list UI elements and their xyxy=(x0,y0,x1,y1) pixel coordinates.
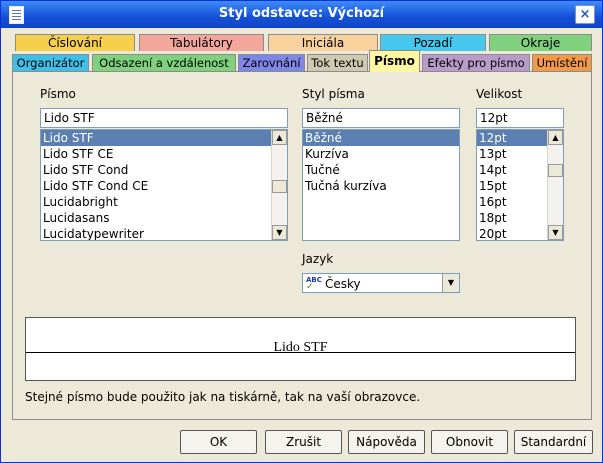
size-label: Velikost xyxy=(476,87,523,101)
tab-efekty-pro-pismo[interactable]: Efekty pro písmo xyxy=(422,54,530,71)
ok-button[interactable]: OK xyxy=(180,430,257,454)
language-label: Jazyk xyxy=(302,252,334,266)
scroll-up-icon[interactable]: ▲ xyxy=(272,130,287,145)
title-bar[interactable]: Styl odstavce: Výchozí × xyxy=(1,1,602,28)
font-preview: Lido STF xyxy=(25,317,576,381)
scroll-down-icon[interactable]: ▼ xyxy=(548,225,563,240)
font-list[interactable]: Lido STF Lido STF CE Lido STF Cond Lido STF… xyxy=(40,129,288,241)
style-list-item[interactable]: Kurzíva xyxy=(303,146,459,162)
font-label: Písmo xyxy=(40,87,76,101)
window-title: Styl odstavce: Výchozí xyxy=(218,6,385,21)
close-button[interactable]: × xyxy=(575,5,595,24)
style-list[interactable]: Běžné Kurzíva Tučné Tučná kurzíva xyxy=(302,129,460,241)
tab-pismo[interactable]: Písmo xyxy=(369,50,420,72)
chevron-down-icon[interactable]: ▼ xyxy=(442,274,459,292)
preview-text: Lido STF xyxy=(273,340,328,355)
font-list-item[interactable]: Lucidatypewriter xyxy=(41,226,287,240)
size-input[interactable]: 12pt xyxy=(476,108,564,128)
font-list-scrollbar[interactable]: ▲ ▼ xyxy=(271,130,287,240)
tab-organizator[interactable]: Organizátor xyxy=(12,54,89,71)
font-list-item[interactable]: Lido STF Cond xyxy=(41,162,287,178)
font-list-item[interactable]: Lido STF xyxy=(41,130,287,146)
scroll-up-icon[interactable]: ▲ xyxy=(548,130,563,145)
scroll-thumb[interactable] xyxy=(548,164,563,177)
style-list-item[interactable]: Tučná kurzíva xyxy=(303,178,459,194)
reset-button[interactable]: Obnovit xyxy=(431,430,508,454)
font-list-item[interactable]: Lucidabright xyxy=(41,194,287,210)
dialog-window: Styl odstavce: Výchozí × Číslování Tabul… xyxy=(0,0,603,463)
tab-tabulatory[interactable]: Tabulátory xyxy=(139,34,264,51)
font-name-input[interactable]: Lido STF xyxy=(40,108,288,128)
style-label: Styl písma xyxy=(302,87,365,101)
tab-zarovnani[interactable]: Zarovnání xyxy=(238,54,305,71)
cancel-button[interactable]: Zrušit xyxy=(265,430,342,454)
tab-inicialy[interactable]: Iniciála xyxy=(268,34,378,51)
style-list-item[interactable]: Běžné xyxy=(303,130,459,146)
font-list-item[interactable]: Lido STF Cond CE xyxy=(41,178,287,194)
tab-tok-textu[interactable]: Tok textu xyxy=(307,54,368,71)
abc-spellcheck-icon: ABC ✓ xyxy=(306,276,322,292)
style-input[interactable]: Běžné xyxy=(302,108,460,128)
font-list-item[interactable]: Lido STF CE xyxy=(41,146,287,162)
font-note: Stejné písmo bude použito jak na tiskárn… xyxy=(25,390,421,404)
tab-odsazeni[interactable]: Odsazení a vzdálenost xyxy=(92,54,236,71)
size-list-scrollbar[interactable]: ▲ ▼ xyxy=(547,130,563,240)
language-value: Česky xyxy=(325,277,361,291)
font-list-item[interactable]: Lucidasans xyxy=(41,210,287,226)
standard-button[interactable]: Standardní xyxy=(514,430,593,454)
style-list-item[interactable]: Tučné xyxy=(303,162,459,178)
tab-cislovani[interactable]: Číslování xyxy=(15,34,135,51)
size-list[interactable]: 12pt 13pt 14pt 15pt 16pt 18pt 20pt ▲ ▼ xyxy=(476,129,564,241)
language-select[interactable]: ABC ✓ Česky ▼ xyxy=(302,273,460,293)
tab-umisteni[interactable]: Umístění xyxy=(532,54,592,71)
help-button[interactable]: Nápověda xyxy=(348,430,425,454)
tab-okraje[interactable]: Okraje xyxy=(489,34,592,51)
scroll-down-icon[interactable]: ▼ xyxy=(272,225,287,240)
tab-pozadi[interactable]: Pozadí xyxy=(380,34,486,51)
scroll-thumb[interactable] xyxy=(272,180,287,193)
